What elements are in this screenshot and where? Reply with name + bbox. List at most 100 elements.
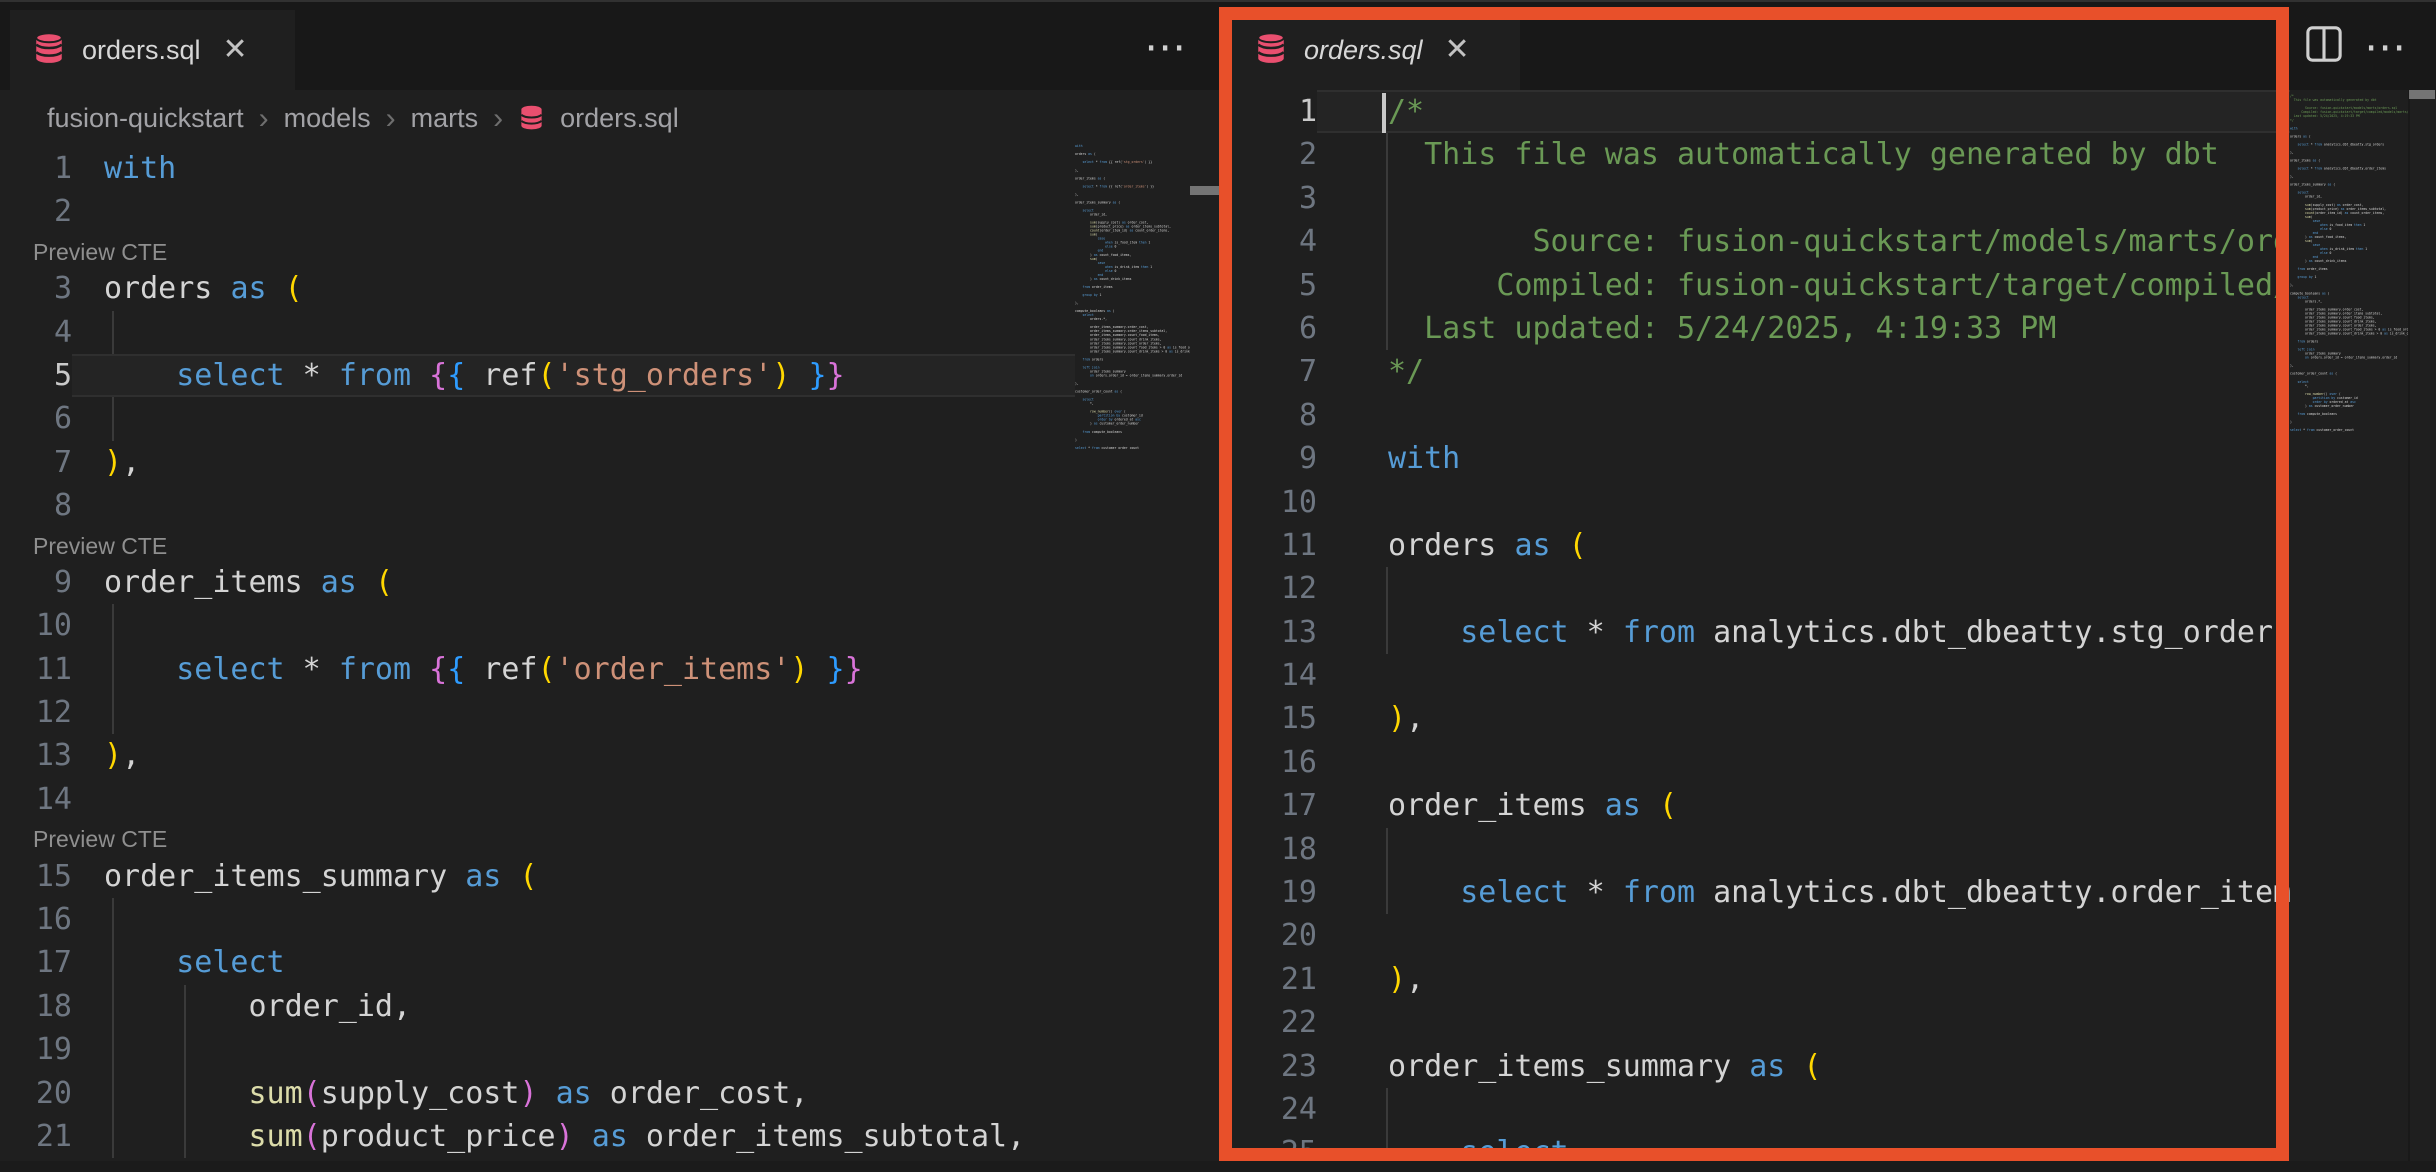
minimap-right[interactable]: /* This file was automatically generated… xyxy=(2290,94,2408,1161)
code-line-text: order_items_summary as ( xyxy=(1317,1045,2290,1088)
code-line-text: ), xyxy=(1317,958,2290,1001)
text-cursor-caret xyxy=(1382,93,1386,133)
tab-orders-sql-right-preview[interactable]: orders.sql ✕ xyxy=(1232,10,1520,90)
code-line: 20 xyxy=(1232,914,2290,957)
code-line-text: select * from {{ ref('stg_orders') }} xyxy=(72,354,1075,397)
code-line: 8 xyxy=(1232,394,2290,437)
codelens-row: Preview CTE xyxy=(0,821,1075,854)
line-number: 7 xyxy=(1232,350,1317,393)
chevron-right-icon: › xyxy=(259,102,269,136)
code-line: 9with xyxy=(1232,437,2290,480)
code-line-text: select * from analytics.dbt_dbeatty.stg_… xyxy=(1317,611,2290,654)
close-icon[interactable]: ✕ xyxy=(223,35,248,65)
overview-ruler-cursor-marker xyxy=(1190,186,1220,195)
code-line-text: Compiled: fusion-quickstart/target/compi… xyxy=(1317,264,2290,307)
line-number: 5 xyxy=(1232,264,1317,307)
line-number: 8 xyxy=(1232,394,1317,437)
minimap-line: order_items_summary.count_drink_items > … xyxy=(1075,349,1190,353)
tab-label: orders.sql xyxy=(82,35,201,66)
line-number: 15 xyxy=(0,855,72,898)
database-file-icon xyxy=(1254,31,1288,70)
code-line-text: sum(product_price) as order_items_subtot… xyxy=(72,1115,1075,1158)
line-number: 11 xyxy=(0,648,72,691)
code-editor-right-preview[interactable]: 1/*2 This file was automatically generat… xyxy=(1232,90,2290,1172)
code-line-text xyxy=(72,190,1075,233)
line-number: 12 xyxy=(1232,567,1317,610)
vscode-window: orders.sql ✕ ⋯ orders.sql ✕ ⋯ xyxy=(0,0,2436,1172)
line-number: 20 xyxy=(1232,914,1317,957)
codelens-preview-cte-link[interactable]: Preview CTE xyxy=(0,239,167,265)
code-line: 2 xyxy=(0,190,1075,233)
code-line: 15order_items_summary as ( xyxy=(0,855,1075,898)
code-line: 19 select * from analytics.dbt_dbeatty.o… xyxy=(1232,871,2290,914)
code-line: 15), xyxy=(1232,697,2290,740)
code-line: 1with xyxy=(0,147,1075,190)
code-line: 24 xyxy=(1232,1088,2290,1131)
code-line-text: This file was automatically generated by… xyxy=(1317,133,2290,176)
code-line: 5 Compiled: fusion-quickstart/target/com… xyxy=(1232,264,2290,307)
line-number: 19 xyxy=(1232,871,1317,914)
codelens-preview-cte-link[interactable]: Preview CTE xyxy=(0,533,167,559)
scrollbar-track-divider xyxy=(2408,90,2410,1161)
code-line-text: with xyxy=(1317,437,2290,480)
code-line: 18 order_id, xyxy=(0,985,1075,1028)
code-line-text: with xyxy=(72,147,1075,190)
code-line-text xyxy=(1317,1088,2290,1131)
line-number: 6 xyxy=(1232,307,1317,350)
close-icon[interactable]: ✕ xyxy=(1445,35,1470,65)
code-line-text: order_items as ( xyxy=(72,561,1075,604)
breadcrumb-item-marts[interactable]: marts xyxy=(411,103,479,134)
line-number: 9 xyxy=(0,561,72,604)
code-line-text xyxy=(1317,828,2290,871)
line-number: 4 xyxy=(0,311,72,354)
ellipsis-icon: ⋯ xyxy=(2364,22,2408,71)
line-number: 2 xyxy=(0,190,72,233)
database-file-icon xyxy=(32,31,66,70)
codelens-preview-cte-link[interactable]: Preview CTE xyxy=(0,826,167,852)
more-actions-button[interactable]: ⋯ xyxy=(1136,20,1196,72)
tab-label: orders.sql xyxy=(1304,35,1423,66)
code-editor-left[interactable]: 1with2Preview CTE3orders as (45 select *… xyxy=(0,147,1075,1172)
code-line-text: sum(supply_cost) as order_cost, xyxy=(72,1072,1075,1115)
code-line-text xyxy=(1317,567,2290,610)
breadcrumb-item-file[interactable]: orders.sql xyxy=(560,103,679,134)
line-number: 15 xyxy=(1232,697,1317,740)
chevron-right-icon: › xyxy=(493,102,503,136)
code-line: 6 Last updated: 5/24/2025, 4:19:33 PM xyxy=(1232,307,2290,350)
line-number: 17 xyxy=(0,941,72,984)
code-line-text: select * from {{ ref('order_items') }} xyxy=(72,648,1075,691)
code-line-text xyxy=(1317,177,2290,220)
code-line: 5 select * from {{ ref('stg_orders') }} xyxy=(0,354,1075,397)
line-number: 13 xyxy=(0,734,72,777)
line-number: 21 xyxy=(0,1115,72,1158)
line-number: 3 xyxy=(0,267,72,310)
minimap-left[interactable]: withorders as ( select * from {{ ref('st… xyxy=(1075,144,1190,1161)
line-number: 8 xyxy=(0,484,72,527)
code-line-text xyxy=(72,604,1075,647)
line-number: 24 xyxy=(1232,1088,1317,1131)
code-line: 11orders as ( xyxy=(1232,524,2290,567)
code-line-text xyxy=(72,397,1075,440)
code-line: 16 xyxy=(0,898,1075,941)
breadcrumb-item-models[interactable]: models xyxy=(284,103,371,134)
line-number: 14 xyxy=(1232,654,1317,697)
code-line: 21), xyxy=(1232,958,2290,1001)
code-line: 12 xyxy=(1232,567,2290,610)
code-line: 4 Source: fusion-quickstart/models/marts… xyxy=(1232,220,2290,263)
breadcrumb: fusion-quickstart › models › marts › ord… xyxy=(0,90,1232,147)
split-editor-button[interactable] xyxy=(2296,20,2352,72)
code-line-text: Source: fusion-quickstart/models/marts/o… xyxy=(1317,220,2290,263)
line-number: 7 xyxy=(0,441,72,484)
line-number: 3 xyxy=(1232,177,1317,220)
code-line: 17order_items as ( xyxy=(1232,784,2290,827)
breadcrumb-item-project[interactable]: fusion-quickstart xyxy=(47,103,244,134)
more-actions-button[interactable]: ⋯ xyxy=(2358,20,2414,72)
code-line: 2 This file was automatically generated … xyxy=(1232,133,2290,176)
code-line: 21 sum(product_price) as order_items_sub… xyxy=(0,1115,1075,1158)
code-line: 7*/ xyxy=(1232,350,2290,393)
line-number: 5 xyxy=(0,354,72,397)
line-number: 22 xyxy=(1232,1001,1317,1044)
tab-orders-sql-left[interactable]: orders.sql ✕ xyxy=(10,10,295,90)
line-number: 9 xyxy=(1232,437,1317,480)
code-line: 18 xyxy=(1232,828,2290,871)
